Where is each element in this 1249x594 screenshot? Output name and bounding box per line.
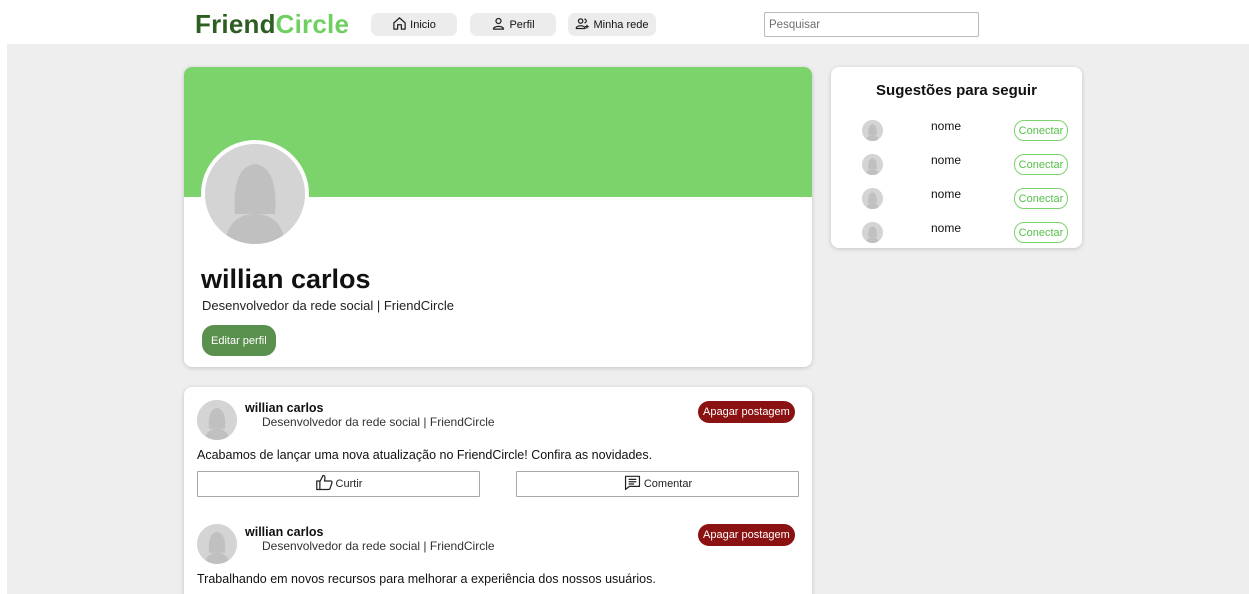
suggestion-avatar [862, 188, 883, 209]
avatar-silhouette-icon [862, 120, 883, 141]
suggestion-name: nome [931, 119, 962, 133]
post-author-subtitle: Desenvolvedor da rede social | FriendCir… [262, 539, 495, 553]
avatar-silhouette-icon [205, 144, 305, 244]
suggestion-item: nome Conectar [831, 119, 1082, 145]
top-navbar: FriendCircle Inicio Perfil Minha rede [7, 0, 1249, 44]
suggestion-avatar [862, 222, 883, 243]
connect-button[interactable]: Conectar [1014, 120, 1068, 141]
post-text: Trabalhando em novos recursos para melho… [197, 572, 656, 586]
profile-bio: Desenvolvedor da rede social | FriendCir… [202, 298, 454, 313]
nav-profile-button[interactable]: Perfil [470, 13, 556, 36]
nav-network-button[interactable]: Minha rede [568, 13, 656, 36]
users-icon [575, 16, 590, 34]
delete-post-button[interactable]: Apagar postagem [698, 401, 795, 423]
like-label: Curtir [335, 478, 363, 490]
avatar-silhouette-icon [862, 154, 883, 175]
suggestion-item: nome Conectar [831, 153, 1082, 179]
comment-icon [623, 474, 642, 494]
post-author: willian carlos [245, 401, 324, 415]
feed-card: willian carlos Desenvolvedor da rede soc… [184, 387, 812, 594]
avatar-silhouette-icon [862, 222, 883, 243]
user-icon [491, 16, 506, 34]
suggestions-card: Sugestões para seguir nome Conectar nome… [831, 67, 1082, 248]
comment-label: Comentar [643, 478, 693, 490]
suggestion-avatar [862, 120, 883, 141]
post-author-subtitle: Desenvolvedor da rede social | FriendCir… [262, 415, 495, 429]
left-gutter [0, 0, 7, 594]
avatar-silhouette-icon [197, 400, 237, 440]
profile-name: willian carlos [201, 264, 371, 294]
like-button[interactable]: Curtir [197, 471, 480, 497]
suggestion-name: nome [931, 153, 962, 167]
suggestion-item: nome Conectar [831, 221, 1082, 247]
suggestion-item: nome Conectar [831, 187, 1082, 213]
connect-button[interactable]: Conectar [1014, 222, 1068, 243]
brand-logo-part1: Friend [195, 9, 276, 39]
post-author: willian carlos [245, 525, 324, 539]
suggestions-title: Sugestões para seguir [876, 82, 1037, 99]
connect-button[interactable]: Conectar [1014, 188, 1068, 209]
edit-profile-button[interactable]: Editar perfil [202, 325, 276, 356]
suggestion-name: nome [931, 187, 962, 201]
brand-logo-part2: Circle [275, 9, 350, 39]
search-input[interactable] [764, 12, 979, 37]
avatar-silhouette-icon [862, 188, 883, 209]
avatar-silhouette-icon [197, 524, 237, 564]
connect-button[interactable]: Conectar [1014, 154, 1068, 175]
post-avatar [197, 400, 237, 440]
brand-logo[interactable]: FriendCircle [195, 9, 349, 40]
suggestion-name: nome [931, 221, 962, 235]
profile-avatar [201, 140, 309, 248]
suggestion-avatar [862, 154, 883, 175]
post-text: Acabamos de lançar uma nova atualização … [197, 448, 653, 462]
home-icon [392, 16, 407, 34]
post-avatar [197, 524, 237, 564]
nav-profile-label: Perfil [509, 18, 535, 31]
profile-card: willian carlos Desenvolvedor da rede soc… [184, 67, 812, 367]
nav-home-button[interactable]: Inicio [371, 13, 457, 36]
nav-network-label: Minha rede [593, 18, 649, 31]
nav-home-label: Inicio [410, 18, 436, 31]
delete-post-button[interactable]: Apagar postagem [698, 524, 795, 546]
thumbs-up-icon [315, 474, 334, 494]
comment-button[interactable]: Comentar [516, 471, 799, 497]
